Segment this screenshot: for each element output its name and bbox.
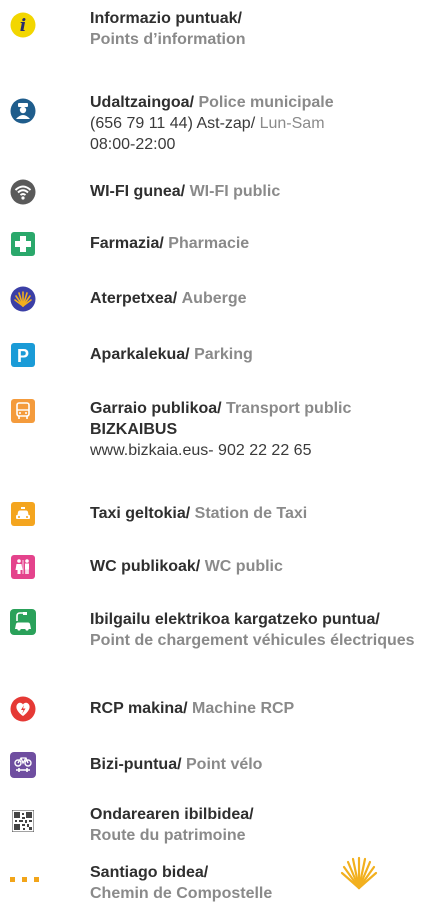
item-label-eu: Aterpetxea/ [90, 290, 178, 307]
transport-contact: www.bizkaia.eus- 902 22 22 65 [90, 442, 312, 459]
bus-icon [10, 398, 36, 424]
wifi-icon [10, 179, 36, 205]
ev-charging-icon [10, 609, 36, 635]
parking-glyph: P [17, 346, 29, 366]
info-icon: i [10, 12, 36, 38]
item-label-eu: Ibilgailu elektrikoa kargatzeko puntua/ [90, 611, 380, 628]
qr-code-icon [10, 808, 36, 834]
item-label-fr: Route du patrimoine [90, 827, 246, 844]
parking-icon: P [10, 342, 36, 368]
item-label-eu: Udaltzaingoa/ [90, 94, 195, 111]
item-label-fr: Point de chargement véhicules électrique… [90, 632, 415, 649]
taxi-icon [10, 501, 36, 527]
scallop-shell-icon [340, 854, 378, 892]
dashed-route-icon [10, 866, 40, 892]
item-label-eu: WI-FI gunea/ [90, 183, 186, 200]
bike-icon [10, 752, 36, 778]
item-label-eu: Farmazia/ [90, 235, 164, 252]
police-hours: 08:00-22:00 [90, 136, 176, 153]
item-label-fr: WC public [204, 558, 283, 575]
wc-icon [10, 554, 36, 580]
defibrillator-icon [10, 696, 36, 722]
police-days-fr: Lun-Sam [259, 115, 325, 132]
police-phone: (656 79 11 44) Ast-zap/ [90, 115, 256, 132]
item-label-eu: WC publikoak/ [90, 558, 201, 575]
item-label-eu: RCP makina/ [90, 700, 188, 717]
item-label-fr: Station de Taxi [194, 505, 308, 522]
item-label-fr: Points d’information [90, 31, 246, 48]
info-glyph: i [20, 16, 26, 36]
item-label-eu: Santiago bidea/ [90, 864, 209, 881]
item-label-fr: Point vélo [186, 756, 263, 773]
item-label-fr: Pharmacie [168, 235, 250, 252]
item-label-fr: Machine RCP [191, 700, 295, 717]
pharmacy-cross-icon [10, 231, 36, 257]
item-label-fr: Chemin de Compostelle [90, 885, 273, 902]
item-label-eu: Taxi geltokia/ [90, 505, 191, 522]
item-label-eu: Ondarearen ibilbidea/ [90, 806, 254, 823]
item-label-fr: Transport public [226, 400, 352, 417]
item-label-fr: Parking [194, 346, 253, 363]
item-label-eu: Garraio publikoa/ [90, 400, 222, 417]
item-label-eu: Bizi-puntua/ [90, 756, 182, 773]
police-icon [10, 98, 36, 124]
item-label-fr: Police municipale [198, 94, 334, 111]
item-label-eu: Informazio puntuak/ [90, 10, 242, 27]
item-label-fr: Auberge [181, 290, 247, 307]
scallop-shell-icon [10, 286, 36, 312]
bizkaibus-label: BIZKAIBUS [90, 421, 178, 438]
item-label-fr: WI-FI public [189, 183, 281, 200]
item-label-eu: Aparkalekua/ [90, 346, 190, 363]
